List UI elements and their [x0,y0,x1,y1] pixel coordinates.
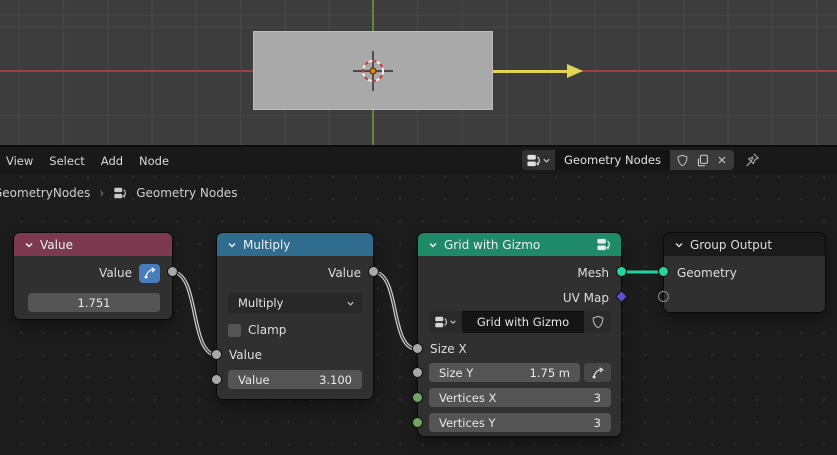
node-title: Group Output [690,237,773,252]
blender-window: View Select Add Node Geometry Nodes Geom… [0,0,837,455]
gizmo-driver-button[interactable] [584,363,611,382]
value-number: 1.751 [77,295,111,310]
value-number-field[interactable]: 1.751 [28,293,160,312]
breadcrumb-modifier: GeometryNodes [0,186,91,200]
vertices-y-input-socket[interactable] [412,417,423,428]
mesh-output-label: Mesh [577,266,609,280]
chevron-down-icon[interactable] [674,240,684,250]
close-icon [716,154,728,166]
node-title: Value [40,237,73,252]
driver-icon[interactable] [139,263,160,283]
fake-user-button[interactable] [673,151,691,169]
chevron-down-icon[interactable] [24,240,34,250]
node-value[interactable]: Value Value 1.751 [14,233,178,319]
node-canvas[interactable]: GeometryNodes › Geometry Nodes Value Val… [0,174,837,455]
uv-map-output-label: UV Map [562,291,609,305]
multiply-input-socket-1[interactable] [211,349,222,360]
node-tree-icon [434,315,448,329]
vertices-x-field[interactable]: Vertices X 3 [429,388,611,407]
menu-bar: View Select Add Node [0,154,169,168]
clamp-label: Clamp [248,323,287,337]
3d-cursor [353,51,393,91]
copy-icon [696,154,709,167]
node-value-header[interactable]: Value [14,233,172,256]
group-browse-button[interactable] [429,311,462,333]
menu-node[interactable]: Node [139,154,169,168]
group-name-field[interactable]: Grid with Gizmo [462,311,584,333]
node-editor-header: View Select Add Node Geometry Nodes [0,147,837,174]
breadcrumb-separator: › [99,186,105,200]
gizmo-arrow-shaft[interactable] [493,70,569,73]
chevron-down-icon[interactable] [227,240,237,250]
vertices-y-label: Vertices Y [439,415,496,430]
tree-name-field[interactable]: Geometry Nodes [554,150,670,170]
vertices-x-input-socket[interactable] [412,392,423,403]
tree-browse-button[interactable] [521,150,555,170]
size-y-value: 1.75 m [529,365,570,380]
node-multiply[interactable]: Multiply Value Multiply Clamp Value Valu… [211,233,379,399]
node-title: Grid with Gizmo [444,237,541,252]
chevron-down-icon [449,318,457,326]
new-copy-button[interactable] [693,151,711,169]
shield-icon [676,154,689,167]
node-tree-selector: Geometry Nodes [521,150,734,170]
chevron-down-icon [542,156,551,165]
menu-view[interactable]: View [6,154,33,168]
vertices-x-label: Vertices X [439,390,497,405]
unlink-button[interactable] [713,151,731,169]
shield-icon [591,315,605,329]
node-group-output-header[interactable]: Group Output [664,233,825,256]
virtual-input-socket[interactable] [658,291,669,302]
breadcrumb: GeometryNodes › Geometry Nodes [0,186,237,200]
node-group-output[interactable]: Group Output Geometry [658,233,825,312]
multiply-output-socket[interactable] [368,266,379,277]
vertices-x-value: 3 [593,390,601,405]
size-x-input-label: Size X [430,342,467,356]
vertices-y-field[interactable]: Vertices Y 3 [429,413,611,432]
node-group-icon [596,237,611,252]
geometry-input-socket[interactable] [658,266,669,277]
size-y-input-socket[interactable] [412,367,423,378]
chevron-down-icon [346,299,355,308]
menu-add[interactable]: Add [101,154,123,168]
menu-select[interactable]: Select [49,154,84,168]
node-multiply-header[interactable]: Multiply [217,233,373,256]
link-multiply-to-grid [371,270,419,351]
node-tree-icon [113,186,127,200]
multiply-value-field[interactable]: Value 3.100 [228,370,362,389]
clamp-checkbox[interactable] [228,323,241,337]
multiply-output-label: Value [328,266,361,280]
size-y-field[interactable]: Size Y 1.75 m [429,363,580,382]
field-value: 3.100 [319,372,352,387]
operation-value: Multiply [238,296,284,310]
operation-dropdown[interactable]: Multiply [228,293,362,313]
multiply-input-label: Value [229,348,262,362]
node-title: Multiply [243,237,291,252]
breadcrumb-tree-name: Geometry Nodes [136,186,238,200]
node-grid-header[interactable]: Grid with Gizmo [418,233,621,256]
3d-viewport[interactable] [0,0,837,145]
link-value-to-multiply [170,270,219,357]
value-output-label: Value [99,266,132,280]
gizmo-arrow-head[interactable] [567,64,583,78]
group-fake-user-button[interactable] [584,311,611,333]
value-output-socket[interactable] [167,266,178,277]
size-x-input-socket[interactable] [412,343,423,354]
driver-arrow-icon [591,366,605,380]
chevron-down-icon[interactable] [428,240,438,250]
node-tree-icon [526,153,541,168]
size-y-label: Size Y [439,365,474,380]
geometry-input-label: Geometry [677,266,737,280]
multiply-input-socket-2[interactable] [211,374,222,385]
mesh-output-socket[interactable] [616,266,627,277]
node-grid-with-gizmo[interactable]: Grid with Gizmo Mesh UV Map Grid with Gi… [412,233,628,436]
vertices-y-value: 3 [593,415,601,430]
field-label: Value [238,372,270,387]
pin-icon[interactable] [744,152,760,168]
